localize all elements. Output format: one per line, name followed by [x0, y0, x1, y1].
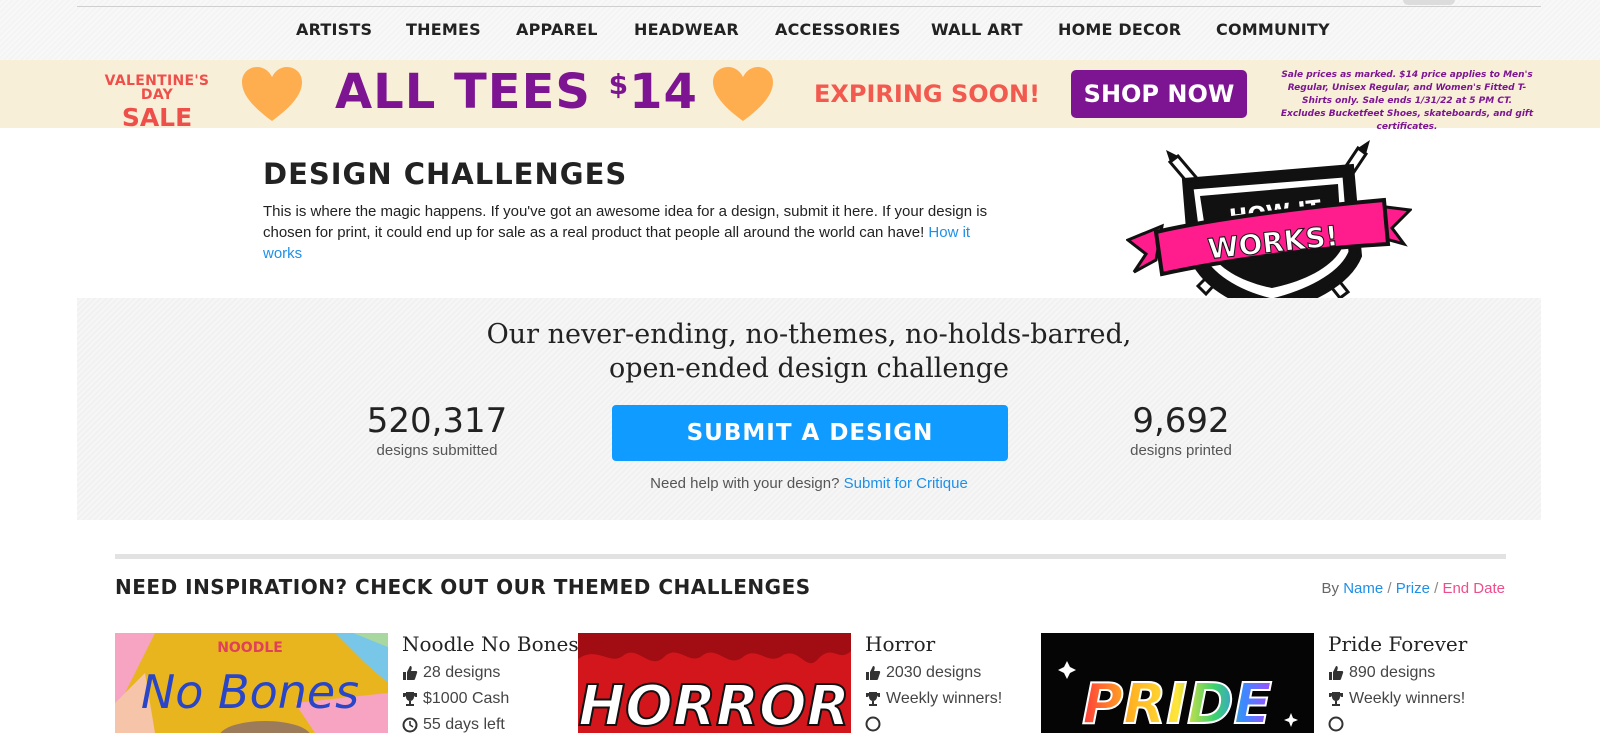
search-tab[interactable] — [1403, 0, 1455, 5]
design-count: 28 designs — [402, 664, 579, 682]
critique-help: Need help with your design? Submit for C… — [650, 475, 968, 492]
top-nav: ARTISTS THEMES APPAREL HEADWEAR ACCESSOR… — [0, 0, 1600, 60]
designs-submitted-count: 520,317 — [366, 401, 508, 441]
trophy-icon — [866, 692, 880, 706]
designs-printed-count: 9,692 — [1132, 401, 1230, 441]
nav-item-community[interactable]: COMMUNITY — [1216, 20, 1330, 39]
nav-item-home-decor[interactable]: HOME DECOR — [1058, 20, 1181, 39]
page-description: This is where the magic happens. If you'… — [263, 203, 988, 262]
noodle-artwork: NOODLE No Bones — [115, 633, 388, 733]
trophy-icon — [1329, 692, 1343, 706]
challenge-card-noodle-no-bones: Noodle No Bones 28 designs $1000 Cash 55… — [402, 632, 579, 734]
sort-by-end-date[interactable]: End Date — [1442, 580, 1505, 597]
clock-icon — [1328, 716, 1344, 732]
all-tees-headline: ALL TEES $14 — [335, 64, 698, 120]
themed-challenges-heading: NEED INSPIRATION? CHECK OUT OUR THEMED C… — [115, 575, 811, 599]
clock-icon — [865, 716, 881, 732]
trophy-icon — [403, 692, 417, 706]
nav-divider — [77, 6, 1541, 7]
clock-icon — [402, 717, 418, 733]
how-it-works-badge[interactable]: HOW IT WORKS! — [1126, 136, 1412, 318]
nav-item-accessories[interactable]: ACCESSORIES — [775, 20, 901, 39]
svg-text:PRIDE: PRIDE — [1082, 672, 1272, 733]
page-title: DESIGN CHALLENGES — [263, 157, 628, 191]
thumbs-up-icon — [1329, 666, 1344, 680]
open-challenge-panel: Our never-ending, no-themes, no-holds-ba… — [77, 298, 1541, 520]
nav-item-artists[interactable]: ARTISTS — [296, 20, 372, 39]
sort-controls: By Name / Prize / End Date — [1321, 580, 1505, 597]
sale-banner[interactable]: VALENTINE'S DAY SALE ALL TEES $14 EXPIRI… — [0, 60, 1600, 132]
time-left — [865, 716, 1002, 732]
challenge-headline: Our never-ending, no-themes, no-holds-ba… — [486, 319, 1132, 384]
sort-by-prize[interactable]: Prize — [1396, 580, 1430, 597]
designs-printed-label: designs printed — [1130, 442, 1232, 459]
challenge-name[interactable]: Horror — [865, 632, 1002, 656]
prize: Weekly winners! — [865, 690, 1002, 708]
expiring-label: EXPIRING SOON! — [814, 80, 1041, 108]
svg-text:No Bones: No Bones — [141, 665, 359, 719]
challenge-name[interactable]: Pride Forever — [1328, 632, 1467, 656]
prize: Weekly winners! — [1328, 690, 1467, 708]
pride-artwork: PRIDE — [1041, 633, 1314, 733]
design-count: 2030 designs — [865, 664, 1002, 682]
designs-submitted-label: designs submitted — [376, 442, 498, 459]
nav-item-wall-art[interactable]: WALL ART — [931, 20, 1023, 39]
submit-design-button[interactable]: SUBMIT A DESIGN — [612, 405, 1008, 461]
heart-icon — [713, 67, 773, 121]
time-left: 55 days left — [402, 716, 579, 734]
challenge-name[interactable]: Noodle No Bones — [402, 632, 579, 656]
design-count: 890 designs — [1328, 664, 1467, 682]
challenge-thumbnail-noodle-no-bones[interactable]: NOODLE No Bones — [115, 633, 388, 733]
challenge-card-horror: Horror 2030 designs Weekly winners! — [865, 632, 1002, 732]
nav-item-apparel[interactable]: APPAREL — [516, 20, 598, 39]
submit-for-critique-link[interactable]: Submit for Critique — [844, 475, 968, 492]
sale-fine-print: Sale prices as marked. $14 price applies… — [1280, 70, 1534, 132]
designs-printed-stat: 9,692 designs printed — [1071, 402, 1291, 459]
challenge-thumbnail-horror[interactable]: HORROR — [578, 633, 851, 733]
designs-submitted-stat: 520,317 designs submitted — [327, 402, 547, 459]
sort-by-name[interactable]: Name — [1343, 580, 1383, 597]
horror-artwork: HORROR — [578, 633, 851, 733]
shop-now-button[interactable]: SHOP NOW — [1071, 70, 1247, 118]
section-divider — [115, 554, 1506, 559]
nav-item-themes[interactable]: THEMES — [406, 20, 481, 39]
svg-text:NOODLE: NOODLE — [217, 640, 283, 656]
time-left — [1328, 716, 1467, 732]
thumbs-up-icon — [866, 666, 881, 680]
thumbs-up-icon — [403, 666, 418, 680]
nav-item-headwear[interactable]: HEADWEAR — [634, 20, 739, 39]
valentines-sale-label: VALENTINE'S DAY SALE — [104, 73, 210, 132]
heart-icon — [242, 67, 302, 121]
challenge-thumbnail-pride-forever[interactable]: PRIDE — [1041, 633, 1314, 733]
challenge-card-pride-forever: Pride Forever 890 designs Weekly winners… — [1328, 632, 1467, 732]
prize: $1000 Cash — [402, 690, 579, 708]
svg-text:HORROR: HORROR — [578, 674, 849, 733]
